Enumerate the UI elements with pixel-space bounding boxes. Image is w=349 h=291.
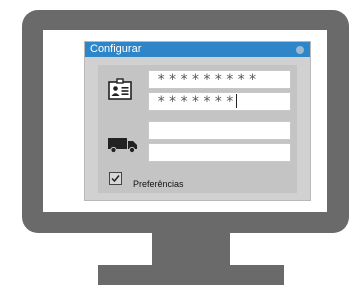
delivery-field-1[interactable] bbox=[148, 121, 291, 140]
password-value: ******* bbox=[157, 94, 238, 110]
delivery-field-2[interactable] bbox=[148, 143, 291, 162]
window-titlebar: Configurar bbox=[85, 42, 310, 57]
preferences-label: Preferências bbox=[133, 179, 184, 189]
truck-icon bbox=[108, 138, 137, 153]
checkmark-icon bbox=[111, 175, 120, 183]
window-title: Configurar bbox=[90, 43, 142, 55]
text-caret bbox=[236, 94, 238, 108]
preferences-checkbox[interactable] bbox=[109, 172, 122, 185]
password-field[interactable]: ******* bbox=[148, 92, 291, 111]
monitor-stand-neck bbox=[152, 233, 230, 265]
id-card-icon bbox=[108, 78, 132, 100]
username-field[interactable]: ********* bbox=[148, 70, 291, 89]
username-value: ********* bbox=[157, 72, 260, 88]
window-dot-icon[interactable] bbox=[296, 46, 304, 54]
monitor-stand-base bbox=[98, 265, 284, 285]
